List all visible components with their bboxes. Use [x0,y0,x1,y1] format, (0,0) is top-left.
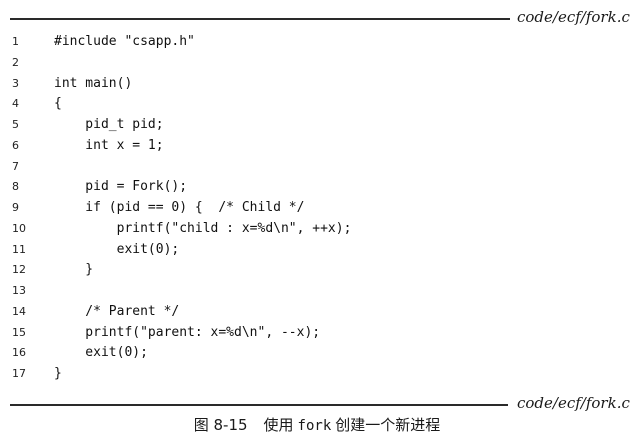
line-number: 12 [12,263,26,277]
code-line: 3 int main() [0,74,634,95]
line-code: if (pid == 0) { /* Child */ [54,200,305,215]
line-number: 7 [12,159,19,173]
code-line: 7 [0,157,634,178]
top-rule [10,18,510,20]
line-number: 14 [12,304,26,318]
line-code: { [54,96,62,112]
code-line: 14 /* Parent */ [0,302,634,323]
line-number: 3 [12,76,19,90]
code-line: 6 int x = 1; [0,136,634,157]
line-number: 1 [12,35,19,48]
line-code: printf("parent: x=%d\n", --x); [54,324,321,340]
bottom-rule [10,404,508,406]
file-path-label-top: code/ecf/fork.c [517,8,630,26]
figure-number: 图 8-15 [193,416,248,434]
line-number: 8 [12,180,19,194]
code-listing: 1 #include "csapp.h" 2 3 int main() 4 { … [0,32,634,385]
caption-text-after: 创建一个新进程 [335,416,441,434]
caption-code-word: fork [297,418,332,434]
line-code: exit(0); [54,241,180,257]
file-path-label-bottom: code/ecf/fork.c [517,394,630,412]
line-code: printf("child : x=%d\n", ++x); [54,220,352,236]
line-number: 5 [12,118,19,131]
line-code: /* Parent */ [54,303,180,319]
line-number: 9 [12,201,19,214]
line-code: } [54,366,62,381]
line-code: pid_t pid; [54,117,164,132]
line-code: #include "csapp.h" [54,34,195,49]
line-code: int main() [54,75,133,91]
line-number: 10 [12,221,26,235]
caption-text-before: 使用 [263,416,294,434]
line-code: exit(0); [54,345,148,361]
line-number: 6 [12,138,19,152]
code-line: 12 } [0,260,634,281]
line-number: 17 [12,367,26,380]
line-number: 15 [12,325,26,339]
line-number: 2 [12,55,19,69]
code-line: 5 pid_t pid; [0,115,634,136]
code-line: 4 { [0,94,634,115]
code-line: 17 } [0,364,634,385]
line-code: } [54,262,94,278]
code-line: 8 pid = Fork(); [0,177,634,198]
code-line: 11 exit(0); [0,240,634,261]
line-number: 11 [12,242,26,256]
line-number: 4 [12,97,19,111]
code-line: 1 #include "csapp.h" [0,32,634,53]
line-code: pid = Fork(); [54,179,188,195]
code-line: 13 [0,281,634,302]
line-code: int x = 1; [54,137,164,153]
code-line: 2 [0,53,634,74]
code-line: 10 printf("child : x=%d\n", ++x); [0,219,634,240]
line-number: 13 [12,284,26,297]
line-number: 16 [12,346,26,360]
code-line: 16 exit(0); [0,343,634,364]
code-line: 9 if (pid == 0) { /* Child */ [0,198,634,219]
code-line: 15 printf("parent: x=%d\n", --x); [0,323,634,344]
figure-caption: 图 8-15 使用 fork 创建一个新进程 [0,414,634,435]
